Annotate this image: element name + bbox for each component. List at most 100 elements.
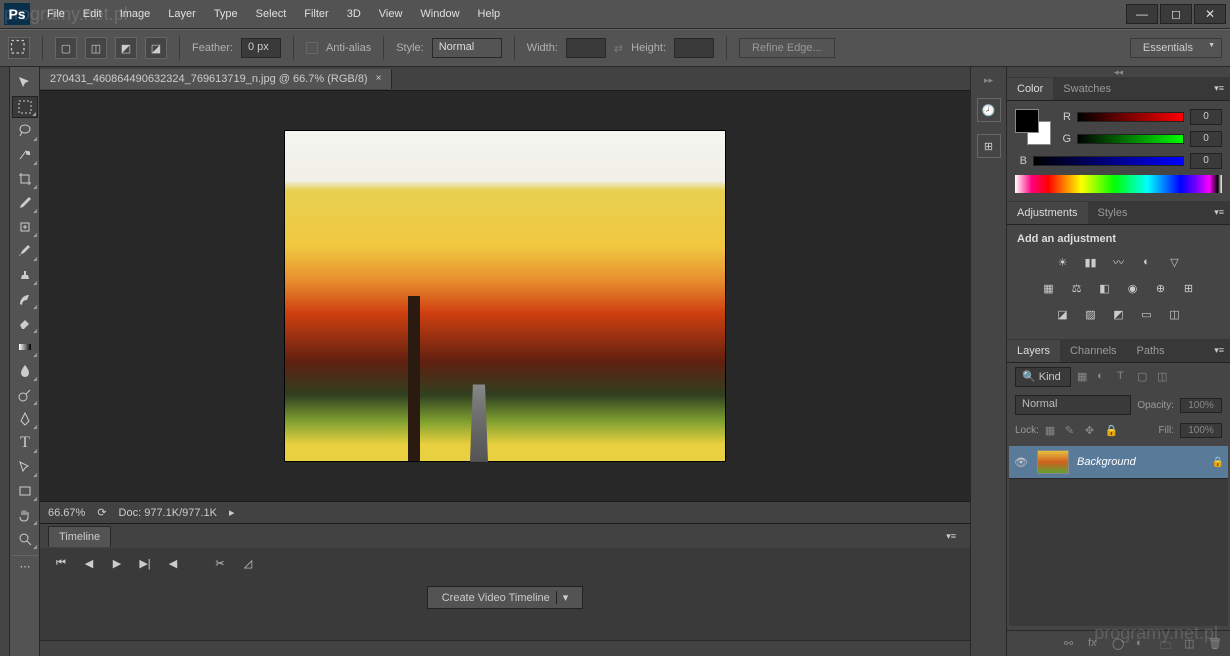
paths-tab[interactable]: Paths [1127, 340, 1175, 362]
marquee-tool[interactable] [12, 96, 38, 118]
levels-icon[interactable]: ▮▮ [1082, 253, 1100, 271]
filter-pixel-icon[interactable]: ▦ [1077, 370, 1091, 384]
color-panel-menu-icon[interactable]: ▾≡ [1208, 83, 1230, 94]
menu-layer[interactable]: Layer [159, 3, 205, 25]
add-selection-icon[interactable]: ◫ [85, 37, 107, 59]
layers-tab[interactable]: Layers [1007, 340, 1060, 362]
tool-preset-icon[interactable] [8, 37, 30, 59]
edit-toolbar[interactable]: ⋯ [12, 555, 38, 577]
b-value[interactable]: 0 [1190, 153, 1222, 169]
menu-filter[interactable]: Filter [295, 3, 337, 25]
filter-type-icon[interactable]: T [1117, 370, 1131, 384]
healing-brush-tool[interactable] [12, 216, 38, 238]
doc-info[interactable]: Doc: 977.1K/977.1K [119, 507, 217, 519]
play-icon[interactable]: ▶ [108, 554, 126, 572]
history-brush-tool[interactable] [12, 288, 38, 310]
g-slider[interactable] [1077, 134, 1184, 144]
last-frame-icon[interactable]: ◀ [164, 554, 182, 572]
feather-input[interactable]: 0 px [241, 38, 281, 58]
color-spectrum[interactable] [1015, 175, 1222, 193]
subtract-selection-icon[interactable]: ◩ [115, 37, 137, 59]
style-select[interactable]: Normal [432, 38, 502, 58]
create-video-timeline-button[interactable]: Create Video Timeline ▾ [427, 586, 584, 609]
minimize-button[interactable]: — [1126, 4, 1158, 24]
document-tab[interactable]: 270431_460864490632324_769613719_n.jpg @… [40, 69, 392, 89]
r-slider[interactable] [1077, 112, 1184, 122]
menu-image[interactable]: Image [111, 3, 160, 25]
layer-style-icon[interactable]: fx [1088, 637, 1102, 651]
brightness-icon[interactable]: ☀ [1054, 253, 1072, 271]
lock-position-icon[interactable]: ✥ [1085, 424, 1099, 438]
menu-window[interactable]: Window [411, 3, 468, 25]
delete-layer-icon[interactable]: 🗑 [1208, 637, 1222, 651]
zoom-tool[interactable] [12, 528, 38, 550]
selective-color-icon[interactable]: ◫ [1166, 305, 1184, 323]
color-lookup-icon[interactable]: ⊞ [1180, 279, 1198, 297]
layer-name[interactable]: Background [1077, 456, 1204, 468]
lock-transparency-icon[interactable]: ▦ [1045, 424, 1059, 438]
layers-menu-icon[interactable]: ▾≡ [1208, 345, 1230, 356]
g-value[interactable]: 0 [1190, 131, 1222, 147]
color-tab[interactable]: Color [1007, 78, 1053, 100]
menu-type[interactable]: Type [205, 3, 247, 25]
hand-tool[interactable] [12, 504, 38, 526]
layer-row[interactable]: 👁 Background 🔒 [1009, 446, 1228, 479]
posterize-icon[interactable]: ▨ [1082, 305, 1100, 323]
maximize-button[interactable]: ◻ [1160, 4, 1192, 24]
layer-thumbnail[interactable] [1037, 450, 1069, 474]
styles-tab[interactable]: Styles [1088, 202, 1138, 224]
gradient-tool[interactable] [12, 336, 38, 358]
pen-tool[interactable] [12, 408, 38, 430]
new-fill-icon[interactable]: ◐ [1136, 637, 1150, 651]
swatches-tab[interactable]: Swatches [1053, 78, 1121, 100]
intersect-selection-icon[interactable]: ◪ [145, 37, 167, 59]
blur-tool[interactable] [12, 360, 38, 382]
path-selection-tool[interactable] [12, 456, 38, 478]
doc-info-flyout-icon[interactable]: ▸ [229, 506, 235, 519]
canvas[interactable] [40, 91, 970, 501]
new-selection-icon[interactable]: ▢ [55, 37, 77, 59]
quick-selection-tool[interactable] [12, 144, 38, 166]
first-frame-icon[interactable]: ⏮ [52, 554, 70, 572]
bw-icon[interactable]: ◧ [1096, 279, 1114, 297]
channels-tab[interactable]: Channels [1060, 340, 1126, 362]
create-timeline-dropdown-icon[interactable]: ▾ [556, 591, 569, 604]
timeline-menu-icon[interactable]: ▾≡ [940, 531, 962, 542]
rectangle-tool[interactable] [12, 480, 38, 502]
move-tool[interactable] [12, 72, 38, 94]
scissors-icon[interactable]: ✂ [211, 554, 229, 572]
filter-smart-icon[interactable]: ◫ [1157, 370, 1171, 384]
timeline-tab[interactable]: Timeline [48, 526, 111, 547]
workspace-switcher[interactable]: Essentials [1130, 38, 1222, 58]
refine-edge-button[interactable]: Refine Edge... [739, 38, 835, 58]
crop-tool[interactable] [12, 168, 38, 190]
lasso-tool[interactable] [12, 120, 38, 142]
menu-file[interactable]: File [38, 3, 74, 25]
dodge-tool[interactable] [12, 384, 38, 406]
lock-all-icon[interactable]: 🔒 [1105, 424, 1119, 438]
vibrance-icon[interactable]: ▽ [1166, 253, 1184, 271]
fill-value[interactable]: 100% [1180, 423, 1222, 438]
type-tool[interactable]: T [12, 432, 38, 454]
invert-icon[interactable]: ◪ [1054, 305, 1072, 323]
menu-help[interactable]: Help [469, 3, 510, 25]
filter-kind-select[interactable]: 🔍 Kind [1015, 367, 1071, 387]
prev-frame-icon[interactable]: ◀ [80, 554, 98, 572]
transition-icon[interactable]: ◿ [239, 554, 257, 572]
gradient-map-icon[interactable]: ▭ [1138, 305, 1156, 323]
lock-pixels-icon[interactable]: ✎ [1065, 424, 1079, 438]
new-group-icon[interactable]: 🗀 [1160, 637, 1174, 651]
visibility-icon[interactable]: 👁 [1013, 456, 1029, 469]
close-button[interactable]: ✕ [1194, 4, 1226, 24]
zoom-level[interactable]: 66.67% [48, 507, 85, 519]
menu-select[interactable]: Select [247, 3, 296, 25]
foreground-color[interactable] [1015, 109, 1039, 133]
history-panel-icon[interactable]: 🕗 [977, 98, 1001, 122]
r-value[interactable]: 0 [1190, 109, 1222, 125]
curves-icon[interactable]: 〰 [1110, 253, 1128, 271]
eraser-tool[interactable] [12, 312, 38, 334]
photo-filter-icon[interactable]: ◉ [1124, 279, 1142, 297]
brush-tool[interactable] [12, 240, 38, 262]
threshold-icon[interactable]: ◩ [1110, 305, 1128, 323]
color-balance-icon[interactable]: ⚖ [1068, 279, 1086, 297]
